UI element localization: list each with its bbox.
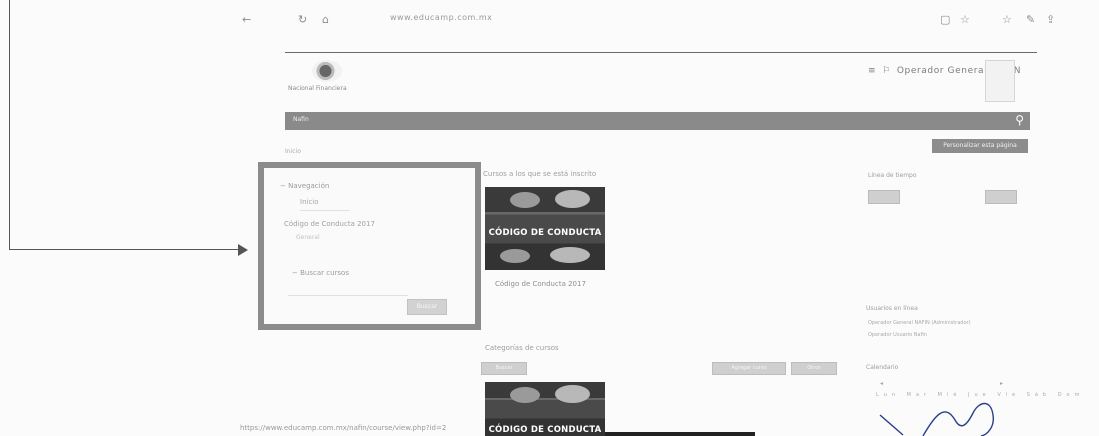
nav-course-sub[interactable]: General — [296, 234, 320, 241]
search-courses-label: − Buscar cursos — [292, 269, 349, 277]
scan-dark-strip — [605, 432, 755, 436]
courses-button-search[interactable]: Buscar — [481, 362, 527, 375]
nav-item-nafin[interactable]: Nafin — [293, 116, 309, 123]
main-navbar: Nafin ⚲ — [285, 112, 1030, 130]
annotation-arrow-icon — [238, 244, 248, 256]
browser-toolbar: ← ↻ ⌂ www.educamp.com.mx ▢ ☆ ☆ ✎ ⇪ — [240, 10, 1070, 32]
back-icon[interactable]: ← — [242, 13, 251, 26]
nav-home-link[interactable]: Inicio — [300, 198, 319, 206]
online-user-1[interactable]: Operador General NAFIN (Administrador) — [868, 320, 971, 326]
search-icon[interactable]: ⚲ — [1015, 113, 1024, 127]
online-user-2[interactable]: Operador Usuario Nafin — [868, 332, 927, 338]
calendar-heading: Calendario — [866, 364, 899, 371]
favorite-icon[interactable]: ☆ — [960, 13, 970, 26]
courses-button-add[interactable]: Agregar curso — [712, 362, 786, 375]
reading-view-icon[interactable]: ▢ — [940, 13, 950, 26]
navigation-block-title: − Navegación — [280, 182, 330, 190]
avatar[interactable] — [985, 60, 1015, 102]
logo-caption: Nacional Financiera — [288, 85, 347, 92]
timeline-heading: Línea de tiempo — [868, 172, 917, 179]
course-banner-text-2: CÓDIGO DE CONDUCTA — [488, 425, 602, 435]
bell-icon[interactable]: ≡ — [868, 66, 876, 76]
nav-course-link[interactable]: Código de Conducta 2017 — [284, 220, 375, 228]
customize-page-button[interactable]: Personalizar esta página — [932, 139, 1028, 153]
course-image[interactable]: CÓDIGO DE CONDUCTA — [485, 187, 605, 270]
breadcrumb[interactable]: Inicio — [285, 148, 301, 155]
calendar-next-icon[interactable]: ▸ — [1000, 380, 1003, 387]
collapse-icon[interactable]: − — [292, 269, 300, 277]
timeline-sort-button[interactable] — [985, 190, 1017, 204]
collapse-icon[interactable]: − — [280, 182, 288, 190]
enrolled-courses-heading: Cursos a los que se está inscrito — [483, 170, 597, 178]
course-banner-text: CÓDIGO DE CONDUCTA — [488, 228, 602, 238]
course-link[interactable]: Código de Conducta 2017 — [495, 280, 586, 288]
page-top-rule — [285, 52, 1037, 53]
site-logo[interactable] — [312, 60, 342, 82]
message-icon[interactable]: ⚐ — [882, 66, 891, 76]
share-icon[interactable]: ⇪ — [1046, 13, 1055, 26]
courses-button-other[interactable]: Otros — [791, 362, 837, 375]
favorites-bar-icon[interactable]: ☆ — [1002, 13, 1012, 26]
notes-icon[interactable]: ✎ — [1026, 13, 1035, 26]
search-courses-button[interactable]: Buscar — [407, 299, 447, 315]
online-users-heading: Usuarios en línea — [866, 305, 918, 312]
categories-heading: Categorías de cursos — [485, 344, 559, 352]
timeline-filter-button[interactable] — [868, 190, 900, 204]
home-icon[interactable]: ⌂ — [322, 13, 329, 26]
navigation-block-highlight: − Navegación Inicio Código de Conducta 2… — [258, 162, 481, 330]
search-courses-input[interactable] — [288, 288, 408, 296]
nav-home-underline — [300, 210, 350, 211]
handwritten-signature — [879, 402, 995, 436]
annotation-line-vertical — [9, 0, 10, 250]
refresh-icon[interactable]: ↻ — [298, 13, 307, 26]
address-bar[interactable]: www.educamp.com.mx — [390, 13, 492, 22]
status-bar-url: https://www.educamp.com.mx/nafin/course/… — [240, 424, 447, 432]
course-image-2[interactable]: CÓDIGO DE CONDUCTA — [485, 382, 605, 436]
annotation-line-horizontal — [9, 249, 244, 250]
calendar-prev-icon[interactable]: ◂ — [880, 380, 883, 387]
